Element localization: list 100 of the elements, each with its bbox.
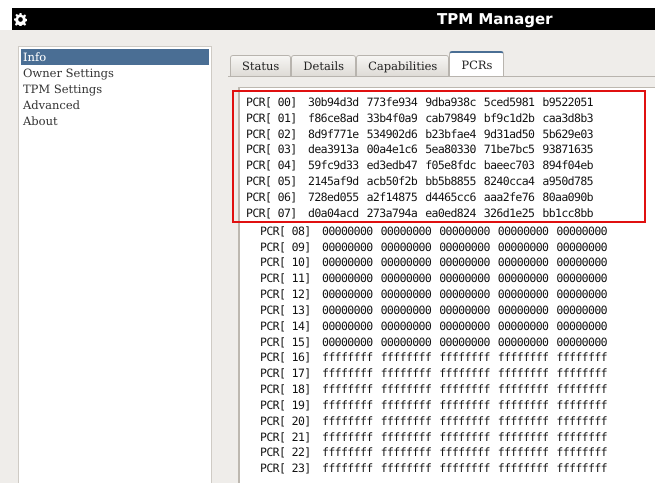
pcr-value: ed3edb47 <box>366 158 418 172</box>
pcr-value: ffffffff <box>498 430 548 444</box>
pcr-value: b9522051 <box>542 94 593 109</box>
pcr-label: PCR[ 10] <box>260 255 312 270</box>
pcr-label: PCR[ 01] <box>246 110 298 125</box>
pcr-value: 773fe934 <box>366 94 418 109</box>
sidebar-item[interactable]: About <box>21 113 209 129</box>
pcr-value: 00000000 <box>556 318 607 333</box>
pcr-label: PCR[ 23] <box>260 461 312 476</box>
pcr-label: PCR[ 12] <box>260 287 312 302</box>
pcr-value: ffffffff <box>556 366 607 380</box>
pcr-value: ffffffff <box>498 382 548 396</box>
pcr-value: ffffffff <box>322 430 373 444</box>
pcr-value: dea3913a <box>308 142 359 156</box>
pcr-label: PCR[ 18] <box>260 382 312 396</box>
pcr-value: 00000000 <box>439 287 490 302</box>
pcr-value: 00000000 <box>439 334 490 349</box>
pcr-value: 80aa090b <box>542 190 593 204</box>
sidebar-item[interactable]: TPM Settings <box>21 81 209 97</box>
pcr-value: 00000000 <box>556 334 607 349</box>
pcr-value: 00000000 <box>556 224 607 238</box>
pcr-value: 00000000 <box>439 271 490 286</box>
pcr-value: ffffffff <box>439 414 490 428</box>
pcr-value: 728ed055 <box>308 190 359 204</box>
pcr-value: 00000000 <box>322 224 373 238</box>
pcr-label: PCR[ 09] <box>260 240 312 254</box>
pcr-value: 00000000 <box>380 255 432 270</box>
sidebar-item[interactable]: Advanced <box>21 97 209 113</box>
pcr-value: bb1cc8bb <box>542 206 593 220</box>
pcr-value: 00000000 <box>380 302 432 317</box>
pcr-value: 2145af9d <box>308 174 359 188</box>
pcr-value: 534902d6 <box>366 126 418 141</box>
pcr-value: 00000000 <box>380 224 432 238</box>
pcr-label: PCR[ 00] <box>246 94 298 109</box>
pcr-value: 00000000 <box>322 255 373 270</box>
pcr-value: 9d31ad50 <box>484 126 534 141</box>
pcr-label: PCR[ 15] <box>260 334 312 349</box>
pcr-value: ffffffff <box>322 382 373 396</box>
pcr-value: ffffffff <box>498 461 548 476</box>
tab[interactable]: Capabilities <box>356 55 450 76</box>
pcr-value: ffffffff <box>380 350 432 364</box>
pcr-value: caa3d8b3 <box>542 110 593 125</box>
pcr-value: ffffffff <box>439 350 490 364</box>
pcr-value: 00000000 <box>556 287 607 302</box>
pcr-label: PCR[ 22] <box>260 445 312 460</box>
pcr-value: 00000000 <box>556 271 607 286</box>
pcr-value: acb50f2b <box>366 174 418 188</box>
pcr-value: 00000000 <box>439 240 490 254</box>
pcr-value: 9dba938c <box>425 94 476 109</box>
pcr-label: PCR[ 05] <box>246 174 298 188</box>
pcr-value: 00000000 <box>498 287 548 302</box>
pcr-value: f86ce8ad <box>308 110 359 125</box>
pcr-value: ffffffff <box>380 445 432 460</box>
pcr-value: ffffffff <box>380 382 432 396</box>
pcr-value: f05e8fdc <box>425 158 476 172</box>
pcr-value: 326d1e25 <box>484 206 534 220</box>
pcr-value: ffffffff <box>439 461 490 476</box>
pcr-value: b23bfae4 <box>425 126 476 141</box>
pcr-value: 30b94d3d <box>308 94 359 109</box>
pcr-value: baeec703 <box>484 158 534 172</box>
pcr-value: a2f14875 <box>366 190 418 204</box>
pcr-label: PCR[ 21] <box>260 430 312 444</box>
pcr-value: ffffffff <box>439 430 490 444</box>
pcr-value: 00000000 <box>380 240 432 254</box>
pcr-value: 00000000 <box>498 302 548 317</box>
pcr-value: ffffffff <box>556 414 607 428</box>
pcr-label: PCR[ 14] <box>260 318 312 333</box>
sidebar-item[interactable]: Owner Settings <box>21 65 209 81</box>
pcr-value: 5ced5981 <box>484 94 534 109</box>
pcr-value: ea0ed824 <box>425 206 476 220</box>
pcr-value: 33b4f0a9 <box>366 110 418 125</box>
pcr-value: ffffffff <box>556 461 607 476</box>
pcr-value: ffffffff <box>322 350 373 364</box>
pcr-value: 00000000 <box>498 318 548 333</box>
pcr-value: 00000000 <box>322 240 373 254</box>
pcr-value: 00000000 <box>498 271 548 286</box>
pcr-label: PCR[ 20] <box>260 414 312 428</box>
pcr-label: PCR[ 11] <box>260 271 312 286</box>
pcr-value: 00a4e1c6 <box>366 142 418 156</box>
pcr-value: cab79849 <box>425 110 476 125</box>
pcr-value: a950d785 <box>542 174 593 188</box>
pcr-value: ffffffff <box>556 350 607 364</box>
pcr-value: ffffffff <box>380 461 432 476</box>
pcr-label: PCR[ 06] <box>246 190 298 204</box>
pcr-value: 00000000 <box>498 255 548 270</box>
pcr-value: 00000000 <box>322 271 373 286</box>
tab[interactable]: PCRs <box>449 51 504 76</box>
pcr-value: 00000000 <box>439 255 490 270</box>
gear-icon <box>14 12 27 26</box>
pcr-value: ffffffff <box>322 398 373 412</box>
pcr-value: 00000000 <box>380 318 432 333</box>
tab[interactable]: Details <box>291 55 356 76</box>
pcr-value: d0a04acd <box>308 206 359 220</box>
pcr-value: 00000000 <box>322 318 373 333</box>
pcr-label: PCR[ 13] <box>260 302 312 317</box>
pcr-value: 00000000 <box>556 302 607 317</box>
sidebar-item[interactable]: Info <box>21 49 209 65</box>
pcr-value: 00000000 <box>498 224 548 238</box>
tab[interactable]: Status <box>230 55 292 76</box>
pcr-value: ffffffff <box>439 398 490 412</box>
